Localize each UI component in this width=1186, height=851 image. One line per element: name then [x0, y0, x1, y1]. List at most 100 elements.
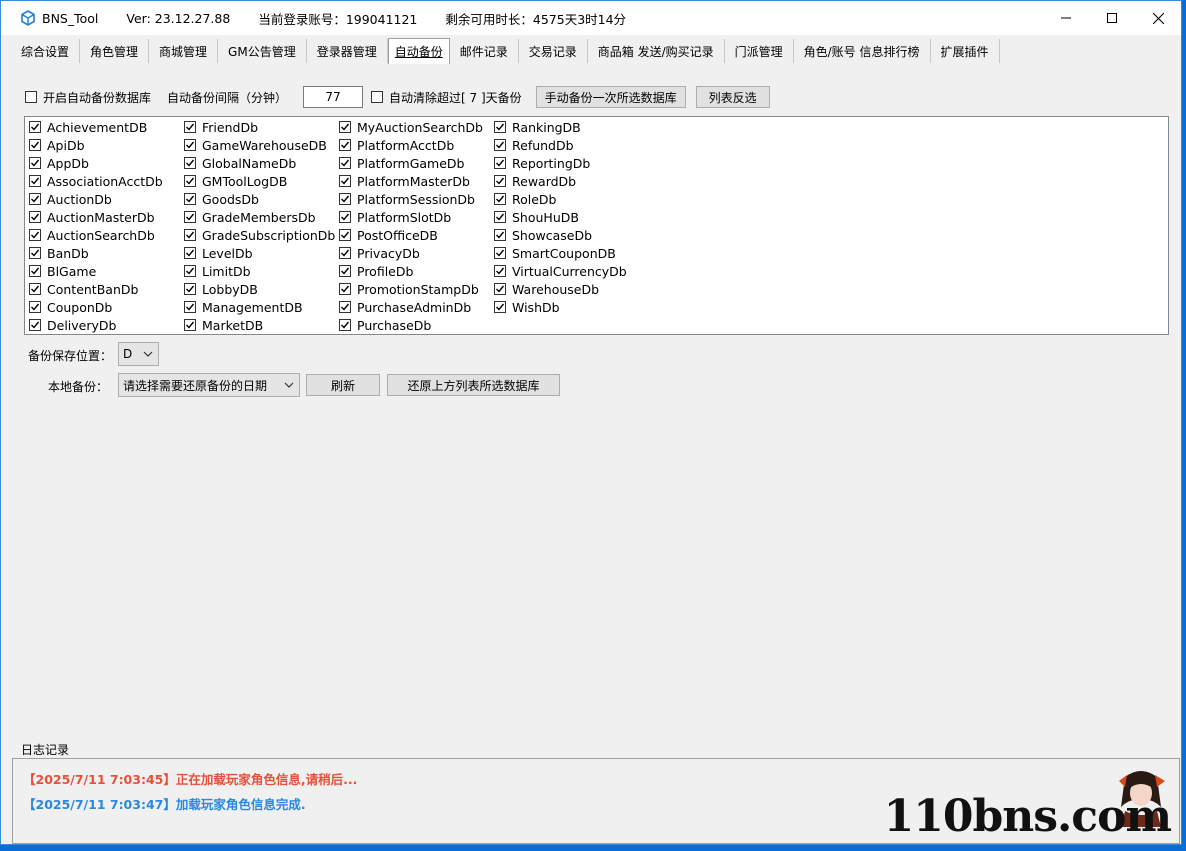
database-checkbox-item[interactable]: VirtualCurrencyDb	[494, 262, 627, 280]
database-checkbox[interactable]	[29, 283, 41, 295]
database-checkbox-item[interactable]: WishDb	[494, 298, 560, 316]
database-checkbox[interactable]	[29, 139, 41, 151]
database-checkbox[interactable]	[29, 265, 41, 277]
invert-selection-button[interactable]: 列表反选	[695, 86, 770, 108]
database-checkbox[interactable]	[494, 175, 506, 187]
database-checkbox[interactable]	[494, 157, 506, 169]
database-checkbox-item[interactable]: AuctionDb	[29, 190, 112, 208]
close-button[interactable]	[1135, 1, 1181, 35]
database-checkbox[interactable]	[339, 139, 351, 151]
database-checkbox-item[interactable]: PlatformSlotDb	[339, 208, 451, 226]
tab-gm-announcement[interactable]: GM公告管理	[218, 39, 307, 63]
manual-backup-button[interactable]: 手动备份一次所选数据库	[535, 86, 686, 108]
database-checkbox-item[interactable]: PlatformMasterDb	[339, 172, 470, 190]
database-checkbox-item[interactable]: RewardDb	[494, 172, 576, 190]
database-checkbox[interactable]	[494, 247, 506, 259]
database-checkbox[interactable]	[29, 211, 41, 223]
maximize-button[interactable]	[1089, 1, 1135, 35]
database-checkbox[interactable]	[339, 247, 351, 259]
database-checkbox[interactable]	[339, 319, 351, 331]
database-checkbox[interactable]	[339, 265, 351, 277]
database-checkbox-item[interactable]: PlatformAcctDb	[339, 136, 454, 154]
database-checkbox-item[interactable]: LimitDb	[184, 262, 251, 280]
database-checkbox-item[interactable]: FriendDb	[184, 118, 258, 136]
database-checkbox[interactable]	[184, 301, 196, 313]
database-checkbox[interactable]	[184, 121, 196, 133]
database-checkbox[interactable]	[494, 139, 506, 151]
tab-general-settings[interactable]: 综合设置	[11, 39, 81, 63]
refresh-button[interactable]: 刷新	[306, 374, 380, 396]
database-checkbox-item[interactable]: PrivacyDb	[339, 244, 420, 262]
database-checkbox[interactable]	[494, 265, 506, 277]
database-checkbox[interactable]	[494, 121, 506, 133]
database-checkbox[interactable]	[339, 283, 351, 295]
tab-mall-management[interactable]: 商城管理	[149, 39, 219, 63]
database-checkbox[interactable]	[339, 175, 351, 187]
tab-trade-records[interactable]: 交易记录	[519, 39, 588, 63]
database-checkbox-item[interactable]: ManagementDB	[184, 298, 303, 316]
database-checkbox[interactable]	[184, 211, 196, 223]
database-checkbox-item[interactable]: PlatformGameDb	[339, 154, 465, 172]
database-checkbox[interactable]	[339, 301, 351, 313]
tab-item-box-records[interactable]: 商品箱 发送/购买记录	[588, 39, 725, 63]
database-checkbox[interactable]	[339, 211, 351, 223]
database-checkbox[interactable]	[29, 121, 41, 133]
database-checkbox-item[interactable]: AchievementDB	[29, 118, 147, 136]
database-checkbox-item[interactable]: LobbyDB	[184, 280, 258, 298]
tab-auto-backup[interactable]: 自动备份	[387, 38, 450, 64]
database-checkbox-item[interactable]: GlobalNameDb	[184, 154, 296, 172]
minimize-button[interactable]	[1043, 1, 1089, 35]
database-checkbox[interactable]	[184, 319, 196, 331]
database-checkbox[interactable]	[29, 319, 41, 331]
interval-input[interactable]: 77	[303, 86, 364, 108]
database-checkbox-item[interactable]: DeliveryDb	[29, 316, 116, 334]
database-checkbox-item[interactable]: GMToolLogDB	[184, 172, 287, 190]
database-checkbox-item[interactable]: PurchaseDb	[339, 316, 431, 334]
database-checkbox-item[interactable]: PlatformSessionDb	[339, 190, 475, 208]
database-checkbox-item[interactable]: WarehouseDb	[494, 280, 599, 298]
database-checkbox[interactable]	[29, 157, 41, 169]
database-checkbox-item[interactable]: AuctionSearchDb	[29, 226, 155, 244]
database-checkbox[interactable]	[184, 247, 196, 259]
database-checkbox-item[interactable]: BanDb	[29, 244, 89, 262]
database-checkbox[interactable]	[494, 283, 506, 295]
tab-plugins[interactable]: 扩展插件	[931, 39, 1000, 63]
database-checkbox[interactable]	[29, 301, 41, 313]
database-checkbox-item[interactable]: MyAuctionSearchDb	[339, 118, 483, 136]
database-checkbox-item[interactable]: SmartCouponDB	[494, 244, 616, 262]
database-checkbox-item[interactable]: ProfileDb	[339, 262, 413, 280]
auto-backup-checkbox[interactable]	[25, 91, 37, 103]
database-checkbox[interactable]	[494, 301, 506, 313]
database-checkbox-item[interactable]: GoodsDb	[184, 190, 259, 208]
database-checkbox[interactable]	[184, 175, 196, 187]
database-checkbox-item[interactable]: BlGame	[29, 262, 96, 280]
tab-ranking[interactable]: 角色/账号 信息排行榜	[794, 39, 931, 63]
database-checkbox-item[interactable]: ShowcaseDb	[494, 226, 592, 244]
database-checkbox[interactable]	[339, 121, 351, 133]
database-checkbox-item[interactable]: CouponDb	[29, 298, 112, 316]
database-checkbox[interactable]	[339, 157, 351, 169]
database-checkbox[interactable]	[29, 229, 41, 241]
database-checkbox[interactable]	[29, 247, 41, 259]
database-checkbox-item[interactable]: RoleDb	[494, 190, 557, 208]
database-checkbox[interactable]	[339, 229, 351, 241]
database-checkbox-item[interactable]: LevelDb	[184, 244, 253, 262]
database-checkbox[interactable]	[29, 175, 41, 187]
database-checkbox-item[interactable]: AssociationAcctDb	[29, 172, 163, 190]
database-checkbox-item[interactable]: RefundDb	[494, 136, 574, 154]
database-checkbox-item[interactable]: AuctionMasterDb	[29, 208, 155, 226]
database-checkbox-item[interactable]: ShouHuDB	[494, 208, 579, 226]
database-checkbox-item[interactable]: GradeMembersDb	[184, 208, 316, 226]
database-checkbox-item[interactable]: PurchaseAdminDb	[339, 298, 471, 316]
tab-role-management[interactable]: 角色管理	[80, 39, 150, 63]
database-checkbox-item[interactable]: AppDb	[29, 154, 89, 172]
database-checkbox-item[interactable]: PromotionStampDb	[339, 280, 479, 298]
database-checkbox[interactable]	[29, 193, 41, 205]
database-checkbox-item[interactable]: RankingDB	[494, 118, 581, 136]
database-checkbox-item[interactable]: ReportingDb	[494, 154, 590, 172]
database-checkbox-item[interactable]: ContentBanDb	[29, 280, 138, 298]
database-checkbox[interactable]	[339, 193, 351, 205]
database-checkbox[interactable]	[184, 193, 196, 205]
database-checkbox[interactable]	[184, 157, 196, 169]
database-checkbox-item[interactable]: ApiDb	[29, 136, 85, 154]
